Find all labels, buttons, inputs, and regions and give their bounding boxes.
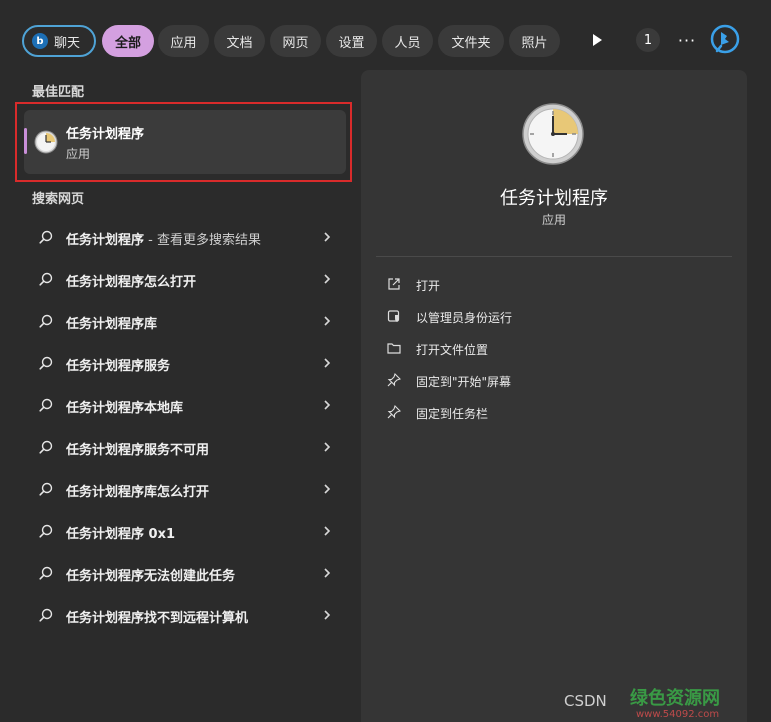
web-search-item[interactable]: 任务计划程序服务: [24, 342, 346, 384]
web-search-query: 任务计划程序: [66, 233, 145, 248]
filter-apps[interactable]: 应用: [158, 25, 209, 57]
play-arrow-icon: [592, 34, 602, 46]
web-search-list: 任务计划程序 - 查看更多搜索结果 任务计划程序怎么打开 任务计划程序库 任务计划程序…: [24, 216, 346, 636]
action-pin-to-taskbar[interactable]: 固定到任务栏: [376, 397, 732, 429]
web-search-query: 任务计划程序服务不可用: [66, 443, 210, 458]
detail-actions: 打开 以管理员身份运行 打开文件位置 固定到"开始"屏幕 固定到任务栏: [376, 269, 732, 429]
chevron-right-icon: [324, 358, 331, 368]
web-search-item[interactable]: 任务计划程序怎么打开: [24, 258, 346, 300]
search-icon: [39, 608, 53, 622]
chevron-right-icon: [324, 400, 331, 410]
open-external-icon: [388, 278, 400, 290]
web-search-query: 任务计划程序本地库: [66, 401, 184, 416]
task-scheduler-large-icon: [522, 103, 584, 165]
web-search-query: 任务计划程序怎么打开: [66, 275, 197, 290]
action-open-file-location[interactable]: 打开文件位置: [376, 333, 732, 365]
chevron-right-icon: [324, 232, 331, 242]
web-search-item[interactable]: 任务计划程序 - 查看更多搜索结果: [24, 216, 346, 258]
chat-label: 聊天: [54, 35, 81, 51]
web-search-heading: 搜索网页: [32, 192, 85, 207]
web-search-query: 任务计划程序无法创建此任务: [66, 569, 236, 584]
web-search-item-label: 任务计划程序服务不可用: [66, 439, 209, 458]
filter-photos[interactable]: 照片: [509, 25, 560, 57]
action-open-file-location-label: 打开文件位置: [416, 343, 489, 357]
web-search-item-label: 任务计划程序 - 查看更多搜索结果: [66, 229, 261, 248]
web-search-item-label: 任务计划程序找不到远程计算机: [66, 607, 248, 626]
action-run-as-admin[interactable]: 以管理员身份运行: [376, 301, 732, 333]
web-search-item[interactable]: 任务计划程序无法创建此任务: [24, 552, 346, 594]
web-search-item[interactable]: 任务计划程序找不到远程计算机: [24, 594, 346, 636]
filter-web[interactable]: 网页: [270, 25, 321, 57]
detail-title: 任务计划程序: [500, 188, 608, 209]
best-match-heading: 最佳匹配: [32, 85, 85, 100]
action-open[interactable]: 打开: [376, 269, 732, 301]
bing-chat-icon: b: [32, 33, 48, 49]
search-icon: [39, 440, 53, 454]
chevron-right-icon: [324, 442, 331, 452]
rewards-count-badge[interactable]: 1: [636, 28, 660, 52]
web-search-query: 任务计划程序库怎么打开: [66, 485, 210, 500]
web-search-query: 任务计划程序找不到远程计算机: [66, 611, 249, 626]
web-search-item-label: 任务计划程序怎么打开: [66, 271, 196, 290]
chat-button[interactable]: b 聊天: [22, 25, 96, 57]
chevron-right-icon: [324, 484, 331, 494]
web-search-item-label: 任务计划程序本地库: [66, 397, 183, 416]
chevron-right-icon: [324, 568, 331, 578]
site-watermark-name: 绿色资源网: [630, 687, 720, 709]
folder-icon: [387, 343, 401, 354]
search-icon: [39, 314, 53, 328]
web-search-item[interactable]: 任务计划程序 0x1: [24, 510, 346, 552]
web-search-item-label: 任务计划程序 0x1: [66, 523, 175, 542]
chevron-right-icon: [324, 610, 331, 620]
chevron-right-icon: [324, 274, 331, 284]
search-icon: [39, 566, 53, 580]
search-icon: [39, 230, 53, 244]
web-search-query: 任务计划程序库: [66, 317, 158, 332]
filter-settings[interactable]: 设置: [326, 25, 377, 57]
bing-icon: [710, 24, 740, 54]
web-search-item-label: 任务计划程序无法创建此任务: [66, 565, 235, 584]
bing-button[interactable]: [709, 24, 741, 56]
more-options-button[interactable]: ···: [672, 25, 702, 55]
action-pin-to-taskbar-label: 固定到任务栏: [416, 407, 489, 421]
search-window: b 聊天 全部 应用 文档 网页 设置 人员 文件夹 照片 1 ··· 最佳匹配: [0, 0, 771, 722]
site-watermark-url: www.54092.com: [636, 709, 719, 720]
filter-bar: b 聊天 全部 应用 文档 网页 设置 人员 文件夹 照片 1 ···: [20, 22, 759, 58]
web-search-item-label: 任务计划程序库怎么打开: [66, 481, 209, 500]
annotation-highlight-box: [15, 102, 352, 182]
chevron-right-icon: [324, 526, 331, 536]
web-search-query: 任务计划程序 0x1: [66, 527, 176, 542]
web-search-item[interactable]: 任务计划程序服务不可用: [24, 426, 346, 468]
web-search-item[interactable]: 任务计划程序本地库: [24, 384, 346, 426]
chevron-right-icon: [324, 316, 331, 326]
web-search-hint: - 查看更多搜索结果: [144, 233, 261, 248]
detail-subtitle: 应用: [541, 213, 566, 227]
detail-divider: [376, 256, 732, 257]
search-icon: [39, 398, 53, 412]
pin-icon: [387, 405, 401, 419]
web-search-item-label: 任务计划程序库: [66, 313, 157, 332]
site-watermark-logo: 绿色资源网 www.54092.com: [630, 687, 720, 720]
search-icon: [39, 272, 53, 286]
detail-panel: 任务计划程序 应用 打开 以管理员身份运行 打开文件位置 固定到"开始"屏幕 固…: [361, 70, 747, 722]
csdn-watermark: CSDN: [564, 692, 607, 710]
search-icon: [39, 356, 53, 370]
action-run-as-admin-label: 以管理员身份运行: [416, 311, 513, 325]
action-pin-to-start-label: 固定到"开始"屏幕: [416, 375, 512, 389]
search-icon: [39, 524, 53, 538]
pin-icon: [387, 373, 401, 387]
filter-all[interactable]: 全部: [102, 25, 154, 57]
filter-people[interactable]: 人员: [382, 25, 433, 57]
filter-folders[interactable]: 文件夹: [438, 25, 504, 57]
action-open-label: 打开: [416, 279, 441, 293]
more-filters-button[interactable]: [582, 25, 612, 55]
web-search-item[interactable]: 任务计划程序库怎么打开: [24, 468, 346, 510]
web-search-item-label: 任务计划程序服务: [66, 355, 170, 374]
filter-documents[interactable]: 文档: [214, 25, 265, 57]
web-search-query: 任务计划程序服务: [66, 359, 171, 374]
web-search-item[interactable]: 任务计划程序库: [24, 300, 346, 342]
admin-shield-icon: [387, 310, 400, 322]
action-pin-to-start[interactable]: 固定到"开始"屏幕: [376, 365, 732, 397]
search-icon: [39, 482, 53, 496]
